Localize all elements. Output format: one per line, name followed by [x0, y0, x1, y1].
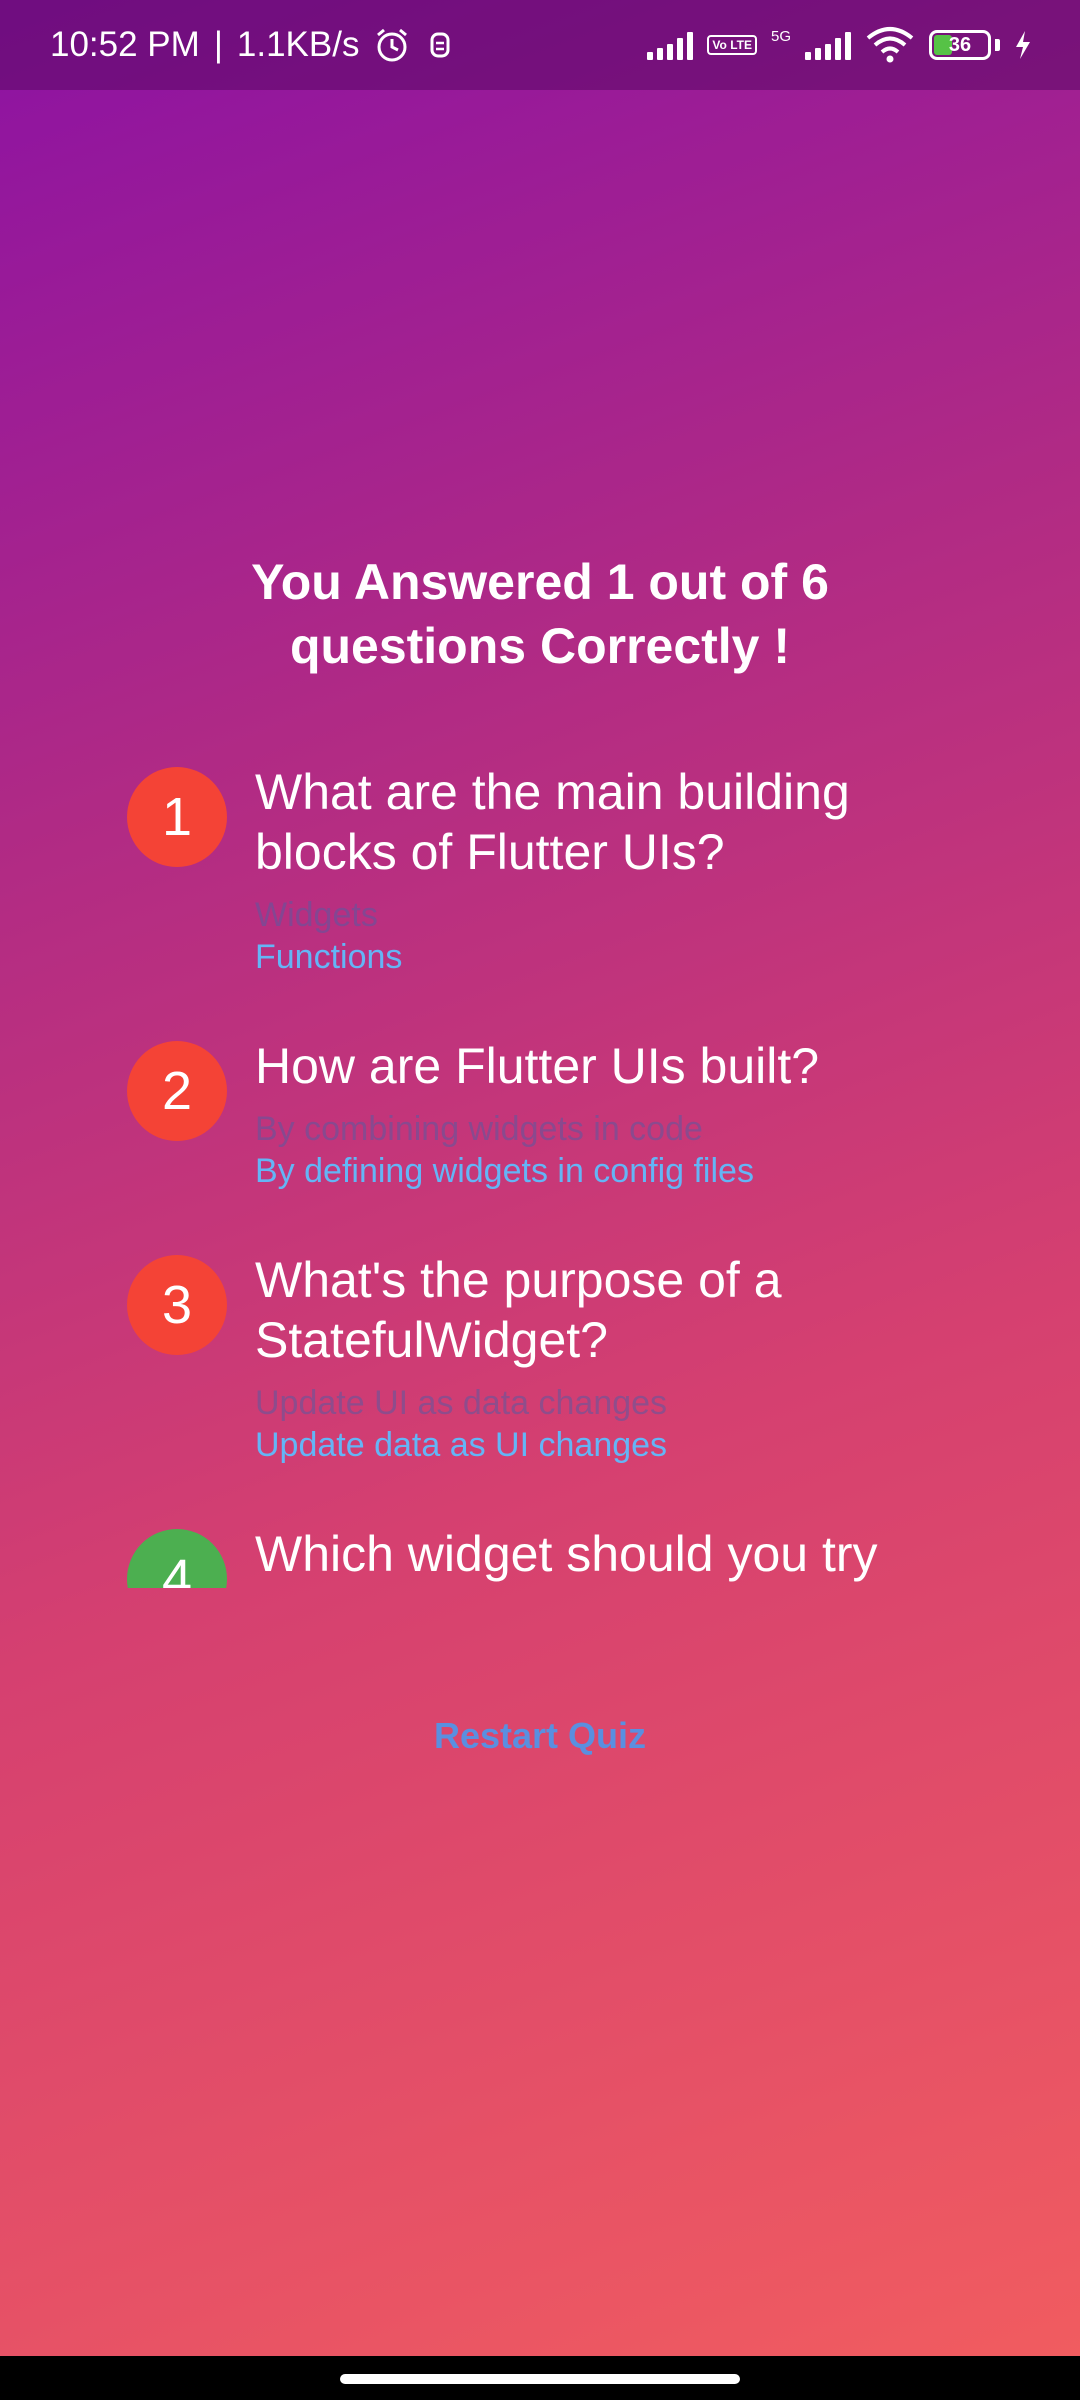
question-text: What are the main building blocks of Flu… — [255, 764, 850, 880]
status-left: 10:52 PM | 1.1KB/s — [50, 25, 455, 65]
questions-summary-list[interactable]: 1 What are the main building blocks of F… — [127, 758, 967, 1588]
summary-item: 4 Which widget should you try — [127, 1524, 967, 1588]
volte-icon: Vo LTE — [707, 35, 757, 55]
battery-icon: 36 — [929, 30, 991, 60]
user-answer: Update data as UI changes — [255, 1426, 668, 1464]
alarm-icon — [377, 28, 408, 62]
correct-answer: By combining widgets in code — [255, 1110, 703, 1148]
signal-icon-2 — [805, 30, 851, 60]
question-text: Which widget should you try — [255, 1526, 878, 1582]
restart-quiz-button[interactable]: Restart Quiz — [390, 1705, 690, 1765]
status-time: 10:52 PM — [50, 25, 200, 64]
summary-item: 2 How are Flutter UIs built? By combinin… — [127, 1036, 967, 1192]
correct-answer: Widgets — [255, 896, 378, 934]
navigation-bar — [0, 2356, 1080, 2400]
network-speed: 1.1KB/s — [236, 25, 360, 64]
result-headline: You Answered 1 out of 6 questions Correc… — [251, 554, 829, 674]
user-answer: Functions — [255, 938, 403, 976]
question-index-badge: 2 — [127, 1041, 227, 1141]
wifi-icon — [866, 27, 914, 63]
correct-answer: Update UI as data changes — [255, 1384, 668, 1422]
summary-item: 1 What are the main building blocks of F… — [127, 762, 967, 978]
battery-tip — [995, 39, 1000, 51]
home-gesture-handle[interactable] — [340, 2374, 740, 2384]
question-text: How are Flutter UIs built? — [255, 1038, 820, 1094]
question-index-badge: 1 — [127, 767, 227, 867]
network-type: 5G — [770, 27, 791, 45]
summary-item: 3 What's the purpose of a StatefulWidget… — [127, 1250, 967, 1466]
status-bar: 10:52 PM | 1.1KB/s Vo LTE 5G 36 — [0, 0, 1080, 90]
question-text: What's the purpose of a StatefulWidget? — [255, 1252, 782, 1368]
status-right: Vo LTE 5G 36 — [647, 26, 1032, 64]
charging-icon — [1016, 31, 1030, 59]
user-answer: By defining widgets in config files — [255, 1152, 754, 1190]
question-index-badge: 3 — [127, 1255, 227, 1355]
battery-level: 36 — [948, 33, 972, 56]
status-separator: | — [213, 25, 223, 64]
question-index-badge: 4 — [127, 1529, 227, 1588]
signal-icon — [647, 30, 694, 60]
notification-icon — [430, 32, 450, 58]
